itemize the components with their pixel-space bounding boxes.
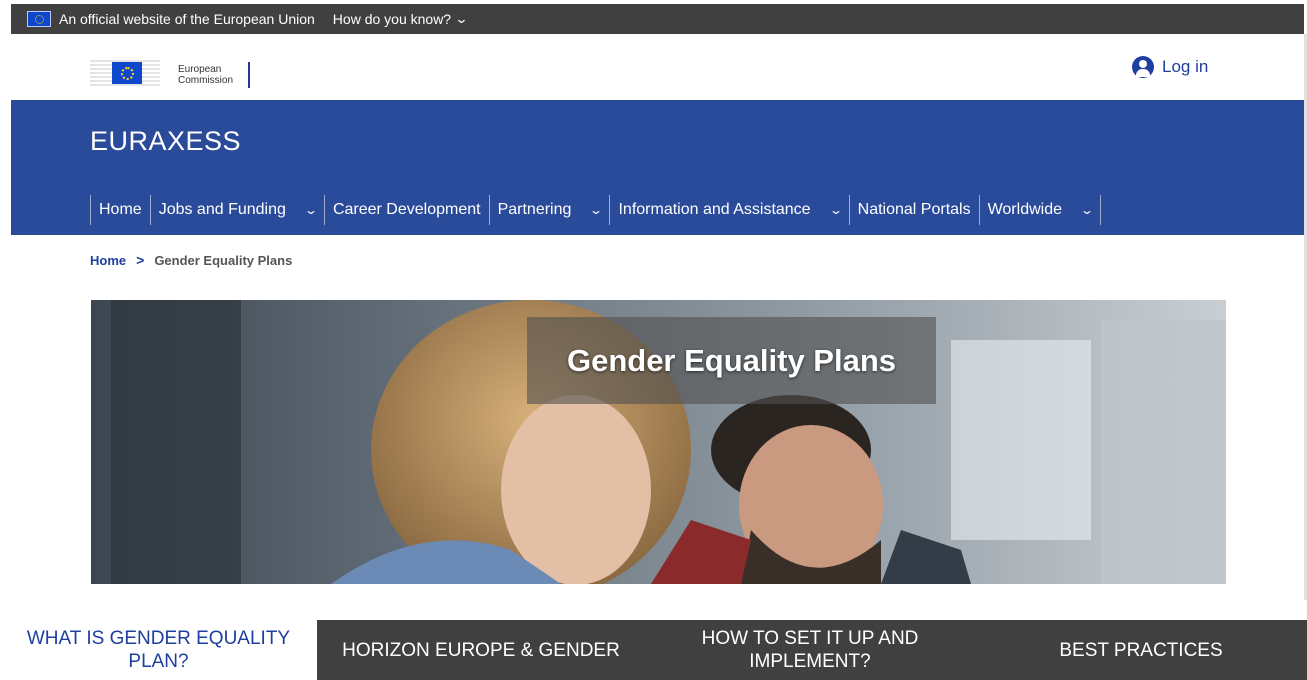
nav-item-partnering[interactable]: Partnering ⌄ [490,195,610,225]
official-website-text: An official website of the European Unio… [59,11,315,27]
chevron-down-icon: ⌄ [454,11,469,26]
site-banner: EURAXESS Home Jobs and Funding ⌄ Career Dev… [11,100,1304,235]
breadcrumb-separator-icon: > [136,252,145,268]
login-label: Log in [1162,57,1209,76]
site-header: European Commission Log in [11,34,1304,100]
nav-item-label: Information and Assistance [618,201,811,218]
section-tabs: WHAT IS GENDER EQUALITY PLAN? HORIZON EUR… [0,620,1307,680]
nav-item-information-and-assistance[interactable]: Information and Assistance ⌄ [610,195,848,225]
chevron-down-icon[interactable]: ⌄ [829,203,843,217]
breadcrumb-home-link[interactable]: Home [90,253,126,268]
european-commission-logo[interactable]: European Commission [90,46,260,90]
hero-title: Gender Equality Plans [527,317,936,404]
eu-flag-icon [112,62,142,84]
logo-text: European Commission [178,64,233,86]
nav-item-jobs-and-funding[interactable]: Jobs and Funding ⌄ [151,195,324,225]
nav-item-worldwide[interactable]: Worldwide ⌄ [980,195,1100,225]
chevron-down-icon[interactable]: ⌄ [589,203,603,217]
main-navigation: Home Jobs and Funding ⌄ Career Development P… [90,195,1102,225]
nav-item-national-portals[interactable]: National Portals [850,195,979,225]
tab-label: HOW TO SET IT UP AND IMPLEMENT? [701,628,919,672]
tab-label: BEST PRACTICES [1059,639,1223,661]
logo-text-line2: Commission [178,75,234,86]
tab-label: HORIZON EUROPE & GENDER [342,639,620,661]
nav-item-label: National Portals [857,201,971,218]
breadcrumb: Home > Gender Equality Plans [90,252,292,268]
nav-item-label: Partnering [497,201,572,218]
chevron-down-icon[interactable]: ⌄ [1080,203,1094,217]
tab-horizon-europe-gender[interactable]: HORIZON EUROPE & GENDER [317,620,645,680]
user-icon [1132,56,1154,78]
nav-item-label: Jobs and Funding [158,201,286,218]
logo-divider [248,62,250,88]
nav-item-career-development[interactable]: Career Development [325,195,489,225]
eu-flag-icon [27,11,51,27]
site-title[interactable]: EURAXESS [90,126,241,157]
hero-banner: Gender Equality Plans [91,300,1226,584]
tab-what-is-gep[interactable]: WHAT IS GENDER EQUALITY PLAN? [0,620,317,680]
tab-best-practices[interactable]: BEST PRACTICES [975,620,1307,680]
nav-item-label: Worldwide [987,201,1062,218]
nav-separator [1100,195,1102,225]
chevron-down-icon[interactable]: ⌄ [304,203,318,217]
nav-item-home[interactable]: Home [91,195,150,225]
tab-how-to-set-up[interactable]: HOW TO SET IT UP AND IMPLEMENT? [645,620,975,680]
nav-item-label: Home [99,201,142,218]
tab-label: WHAT IS GENDER EQUALITY PLAN? [26,628,291,672]
eu-official-banner: An official website of the European Unio… [11,4,1304,34]
logo-text-line1: European [178,64,222,75]
breadcrumb-current: Gender Equality Plans [154,252,293,268]
how-do-you-know-label: How do you know? [332,11,452,27]
how-do-you-know-toggle[interactable]: How do you know? ⌄ [332,11,469,27]
nav-item-label: Career Development [332,201,481,218]
login-link[interactable]: Log in [1132,56,1208,78]
